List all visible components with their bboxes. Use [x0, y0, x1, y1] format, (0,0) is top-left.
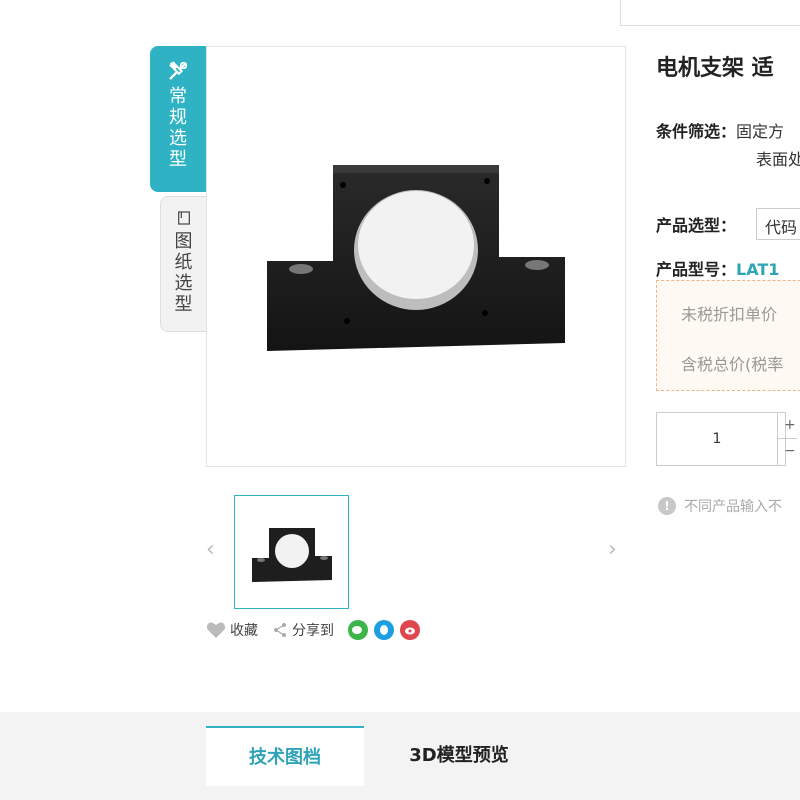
tab-3d-model-preview[interactable]: 3D模型预览: [364, 726, 554, 786]
filter-value-2[interactable]: 表面处: [756, 146, 800, 170]
tab-drawing-selection-label: 图纸选型: [174, 231, 193, 315]
favorite-button[interactable]: 收藏: [206, 620, 258, 640]
carousel-next-button[interactable]: ›: [608, 538, 617, 562]
quantity-decrease-button[interactable]: −: [778, 439, 797, 465]
motor-mount-bracket-photo: [267, 165, 565, 351]
product-select-dropdown[interactable]: 代码: [756, 208, 800, 240]
weibo-icon[interactable]: [400, 620, 420, 640]
quantity-note-text: 不同产品输入不: [684, 499, 782, 515]
share-button[interactable]: 分享到: [272, 620, 334, 640]
model-value: LAT1: [736, 260, 780, 279]
thumbnail-bracket-image: [252, 528, 332, 582]
tab-standard-selection-label: 常规选型: [169, 86, 187, 170]
quantity-increase-button[interactable]: +: [778, 413, 797, 439]
thumbnail-1[interactable]: [234, 495, 349, 609]
quantity-stepper: 1 + −: [656, 412, 797, 466]
filter-value-1[interactable]: 固定方: [736, 122, 784, 141]
drawing-icon: [177, 211, 190, 225]
quantity-note: ! 不同产品输入不: [658, 496, 782, 516]
untaxed-price-label: 未税折扣单价: [681, 305, 778, 324]
model-row: 产品型号：LAT1: [656, 256, 779, 280]
carousel-prev-button[interactable]: ‹: [206, 538, 215, 562]
favorite-label: 收藏: [230, 623, 258, 639]
qq-icon[interactable]: [374, 620, 394, 640]
info-icon: !: [658, 497, 676, 515]
select-row: 产品选型：: [656, 212, 736, 236]
price-box: 未税折扣单价 含税总价(税率: [656, 280, 800, 391]
share-icon: [274, 623, 286, 637]
share-label: 分享到: [292, 623, 334, 639]
model-label: 产品型号：: [656, 260, 737, 279]
quantity-input[interactable]: 1: [657, 413, 777, 465]
quantity-buttons: + −: [777, 413, 797, 465]
tools-icon: [169, 61, 188, 80]
tab-drawing-selection[interactable]: 图纸选型: [160, 196, 206, 332]
top-divider: [620, 0, 800, 26]
product-title: 电机支架 适: [656, 56, 774, 81]
filter-label: 条件筛选：: [656, 122, 737, 141]
taxed-price-label: 含税总价(税率: [681, 355, 784, 374]
filter-row: 条件筛选：固定方: [656, 118, 784, 142]
product-main-image[interactable]: [206, 46, 626, 467]
wechat-icon[interactable]: [348, 620, 368, 640]
product-actions: 收藏 分享到: [206, 618, 426, 642]
heart-icon: [206, 622, 226, 638]
tab-standard-selection[interactable]: 常规选型: [150, 46, 206, 192]
select-label: 产品选型：: [656, 216, 737, 235]
tab-technical-drawings[interactable]: 技术图档: [206, 726, 364, 786]
